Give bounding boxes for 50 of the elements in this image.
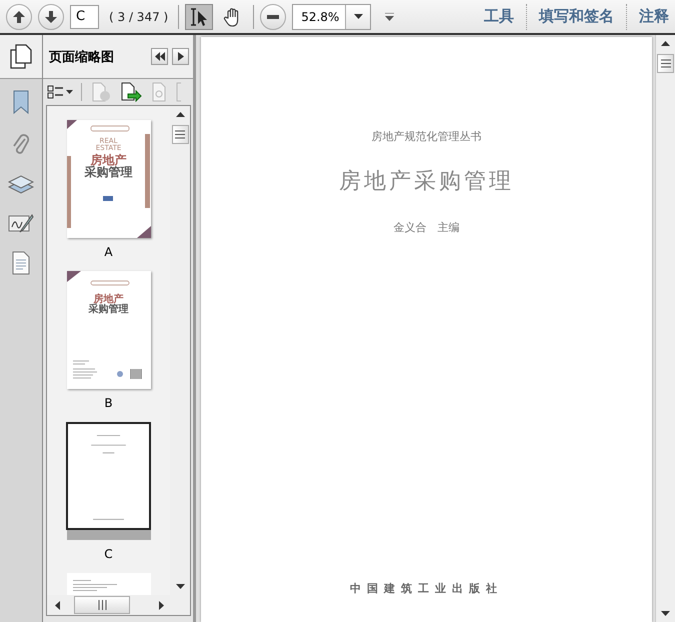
more-tools-icon[interactable] <box>385 12 394 20</box>
bookmark-icon[interactable] <box>11 89 31 115</box>
toolbar-link[interactable]: 工具 <box>484 7 514 26</box>
thumbnail-label: B <box>104 396 113 410</box>
page-thumbnail[interactable]: 房地产 采购管理 <box>66 271 150 389</box>
options-icon[interactable] <box>47 85 73 99</box>
toolbar-link[interactable]: 注释 <box>639 7 669 26</box>
cover-title: 采购管理 <box>84 166 132 178</box>
scroll-thumb[interactable] <box>172 125 188 144</box>
collapse-panel-button[interactable] <box>151 48 168 65</box>
signature-icon[interactable] <box>8 213 34 235</box>
extract-page-icon[interactable] <box>120 82 142 102</box>
text-lines-drawing <box>72 580 116 591</box>
dropdown-icon <box>354 14 363 19</box>
zoom-field[interactable]: 52.8% <box>292 4 372 30</box>
next-page-button[interactable] <box>38 4 64 30</box>
panel-title: 页面缩略图 <box>49 48 115 66</box>
book-title: 房地产采购管理 <box>339 168 514 196</box>
scroll-up-icon[interactable] <box>176 112 184 117</box>
cover-title: 房地产 <box>94 295 124 305</box>
right-arrow-icon <box>178 52 184 61</box>
previous-page-button[interactable] <box>6 4 32 30</box>
cover-title: 采购管理 <box>88 305 128 315</box>
page-count: ( 3 / 347 ) <box>109 10 168 24</box>
up-arrow-icon <box>12 10 26 24</box>
scrollbar[interactable] <box>655 35 675 622</box>
select-tool-button[interactable] <box>185 4 214 30</box>
pages-icon[interactable] <box>10 44 32 70</box>
scroll-down-icon[interactable] <box>661 611 670 616</box>
double-left-arrow-icon <box>154 52 164 61</box>
scroll-down-icon[interactable] <box>176 584 184 589</box>
scroll-thumb[interactable] <box>657 54 674 73</box>
down-arrow-icon <box>44 10 58 24</box>
document-icon[interactable] <box>11 251 31 275</box>
page-number-field[interactable]: C <box>70 4 99 28</box>
thumbnail-label: C <box>104 547 113 561</box>
scroll-left-icon[interactable] <box>55 600 60 610</box>
book-series: 房地产规范化管理丛书 <box>372 129 482 144</box>
thumbnail-label: A <box>104 245 113 259</box>
scroll-up-icon[interactable] <box>661 41 670 46</box>
zoom-out-button[interactable] <box>260 4 286 30</box>
page-thumbnail[interactable] <box>66 573 150 595</box>
toolbar-link[interactable]: 填写和签名 <box>539 7 614 26</box>
scroll-right-icon[interactable] <box>159 600 164 610</box>
expand-panel-button[interactable] <box>172 48 189 65</box>
paperclip-icon[interactable] <box>11 131 31 157</box>
book-publisher: 中国建筑工业出版社 <box>350 581 503 596</box>
cover-title: 房地产 <box>90 154 126 166</box>
book-author: 金义合 主编 <box>394 220 460 235</box>
scroll-thumb[interactable] <box>74 596 130 614</box>
